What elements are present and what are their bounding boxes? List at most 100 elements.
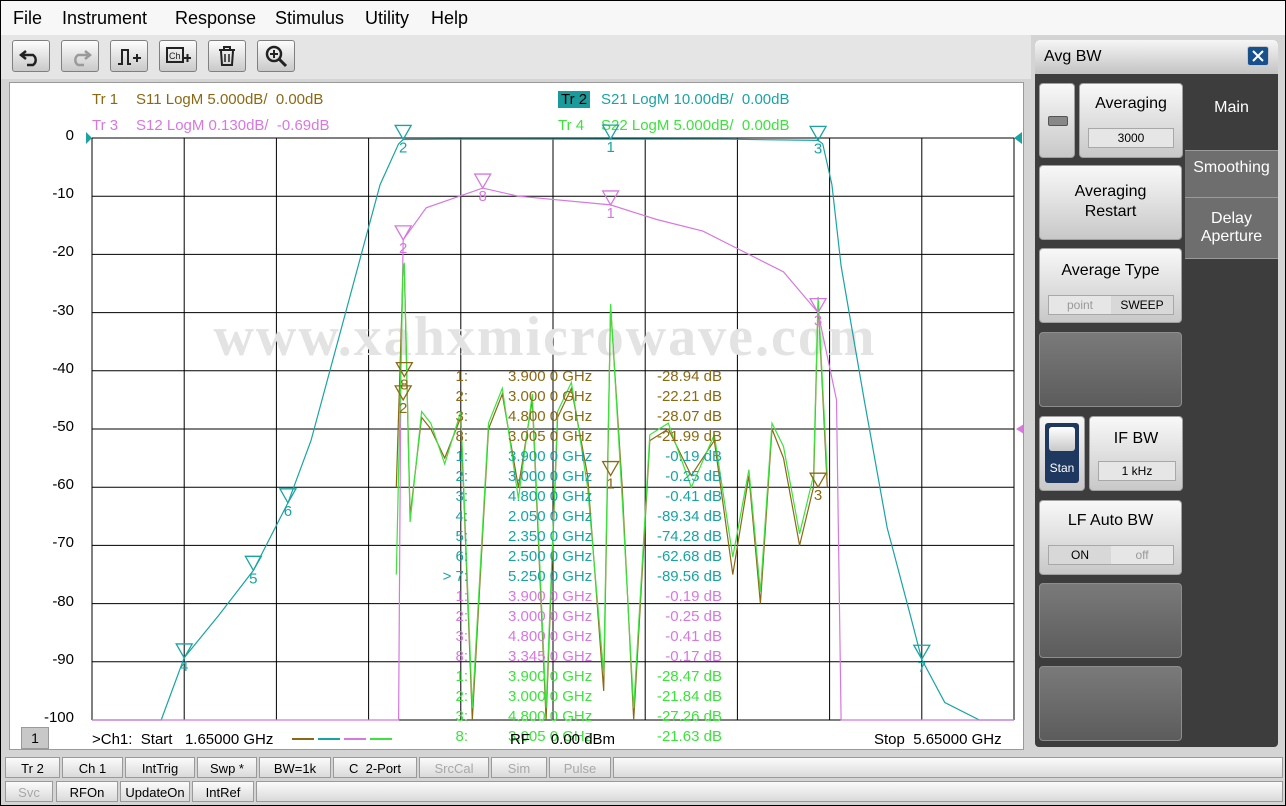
marker-label: 7 — [918, 659, 926, 676]
menu-stimulus[interactable]: Stimulus — [275, 8, 344, 29]
status-rfon[interactable]: RFOn — [56, 781, 118, 802]
svg-text:Ch: Ch — [169, 51, 181, 61]
marker-row-frequency: 5.250 0 GHz — [508, 568, 592, 585]
redo-icon — [74, 50, 93, 67]
status-intref[interactable]: IntRef — [192, 781, 254, 802]
if-bw-stan-toggle[interactable]: Stan — [1039, 416, 1085, 491]
marker-row-frequency: 2.050 0 GHz — [508, 508, 592, 525]
if-bw-button[interactable]: IF BW 1 kHz — [1089, 416, 1183, 491]
redo-button[interactable] — [61, 40, 99, 72]
close-button[interactable] — [1247, 46, 1269, 66]
tab-delay-aperture-label: Delay Aperture — [1200, 210, 1263, 245]
lf-auto-on[interactable]: ON — [1049, 546, 1111, 564]
close-icon — [1252, 50, 1264, 62]
status-bar-row-1: Tr 2 Ch 1 IntTrig Swp * BW=1k C 2-Port SrcCal S… — [5, 757, 1283, 779]
tab-main[interactable]: Main — [1185, 83, 1278, 149]
average-type-selector[interactable]: point SWEEP — [1048, 295, 1174, 315]
marker-row-value: -0.25 dB — [665, 608, 722, 625]
marker-label: 1 — [606, 476, 614, 493]
marker-row-index: 1: — [455, 368, 468, 385]
avg-type-sweep[interactable]: SWEEP — [1111, 296, 1173, 314]
marker-row-index: 3: — [455, 628, 468, 645]
marker-row-value: -21.63 dB — [657, 728, 722, 745]
marker-row-value: -0.41 dB — [665, 488, 722, 505]
channel-number-badge[interactable]: 1 — [21, 727, 49, 749]
sparameter-chart: www.xahxmicrowave.com 1 2 3 4 5 6 7 1 2 3 8 1 2 3 8 1:… — [86, 124, 1023, 745]
marker-row-frequency: 3.005 0 GHz — [508, 428, 592, 445]
marker-row-value: -28.94 dB — [657, 368, 722, 385]
marker-row-value: -0.17 dB — [665, 648, 722, 665]
undo-icon — [18, 50, 37, 67]
marker-row-index: 3: — [455, 488, 468, 505]
menu-file[interactable]: File — [13, 8, 42, 29]
zoom-button[interactable] — [257, 40, 295, 72]
marker-row-index: 8: — [455, 428, 468, 445]
status-bar-row-2: Svc RFOn UpdateOn IntRef — [5, 781, 1283, 803]
lf-auto-bw-button[interactable]: LF Auto BW ON off — [1039, 500, 1182, 575]
marker-label: 8 — [479, 188, 487, 205]
reference-arrow-left — [86, 132, 92, 144]
marker-row-value: -22.21 dB — [657, 388, 722, 405]
average-type-button[interactable]: Average Type point SWEEP — [1039, 248, 1182, 323]
avg-type-point[interactable]: point — [1049, 296, 1111, 314]
status-empty — [613, 757, 1283, 778]
menu-help[interactable]: Help — [431, 8, 468, 29]
status-svc[interactable]: Svc — [5, 781, 53, 802]
status-swp-[interactable]: Swp * — [197, 757, 257, 778]
status-ch-1[interactable]: Ch 1 — [62, 757, 123, 778]
averaging-toggle[interactable] — [1039, 83, 1075, 158]
status-bw-1k[interactable]: BW=1k — [259, 757, 331, 778]
tab-smoothing[interactable]: Smoothing — [1185, 150, 1278, 197]
marker-row-frequency: 3.345 0 GHz — [508, 648, 592, 665]
start-frequency[interactable]: >Ch1: Start 1.65000 GHz — [92, 731, 273, 748]
marker-row-value: -28.07 dB — [657, 408, 722, 425]
vna-window: File Instrument Response Stimulus Utilit… — [0, 0, 1286, 806]
averaging-restart-button[interactable]: Averaging Restart — [1039, 165, 1182, 240]
marker-label: 1 — [606, 205, 614, 222]
marker-row-index: 8: — [455, 648, 468, 665]
marker-row-frequency: 2.500 0 GHz — [508, 548, 592, 565]
marker-row-frequency: 4.800 0 GHz — [508, 488, 592, 505]
watermark: www.xahxmicrowave.com — [213, 306, 876, 368]
status-updateon[interactable]: UpdateOn — [120, 781, 190, 802]
marker-row-value: -21.84 dB — [657, 688, 722, 705]
marker-row-frequency: 3.900 0 GHz — [508, 668, 592, 685]
undo-button[interactable] — [12, 40, 50, 72]
marker-label: 3 — [814, 487, 822, 504]
marker-row-value: -0.19 dB — [665, 448, 722, 465]
status-srccal[interactable]: SrcCal — [419, 757, 489, 778]
status-c-2-port[interactable]: C 2-Port — [333, 757, 417, 778]
reference-arrow-s12 — [1016, 424, 1023, 434]
status-pulse[interactable]: Pulse — [549, 757, 611, 778]
marker-row-index: 1: — [455, 588, 468, 605]
add-trace-button[interactable] — [110, 40, 148, 72]
lf-auto-bw-selector[interactable]: ON off — [1048, 545, 1174, 565]
stop-frequency[interactable]: Stop 5.65000 GHz — [874, 731, 1002, 748]
lf-auto-off[interactable]: off — [1111, 546, 1173, 564]
softkey-panel: Avg BW Averaging 3000 Averaging Restart … — [1035, 40, 1278, 747]
delete-button[interactable] — [208, 40, 246, 72]
marker-row-value: -89.56 dB — [657, 568, 722, 585]
marker-readout-table: 1: 3.900 0 GHz -28.94 dB 2: 3.000 0 GHz -22.2… — [443, 368, 722, 745]
source-power[interactable]: RF 0.00 dBm — [510, 731, 615, 748]
marker-label: 1 — [606, 139, 614, 156]
menu-instrument[interactable]: Instrument — [62, 8, 147, 29]
menu-response[interactable]: Response — [175, 8, 256, 29]
marker-row-index: 4: — [455, 508, 468, 525]
status-tr-2[interactable]: Tr 2 — [5, 757, 60, 778]
averaging-button[interactable]: Averaging 3000 — [1079, 83, 1183, 158]
marker-row-index: 3: — [455, 408, 468, 425]
averaging-value[interactable]: 3000 — [1088, 128, 1174, 148]
trace-display[interactable]: Tr 1 S11 LogM 5.000dB/ 0.00dB Tr 2 S21 L… — [9, 82, 1024, 750]
zoom-icon — [265, 45, 288, 68]
tab-delay-aperture[interactable]: Delay Aperture — [1185, 197, 1278, 259]
menu-utility[interactable]: Utility — [365, 8, 409, 29]
average-type-label: Average Type — [1061, 262, 1160, 279]
marker-row-frequency: 3.000 0 GHz — [508, 608, 592, 625]
status-sim[interactable]: Sim — [491, 757, 547, 778]
add-channel-icon: Ch — [166, 47, 191, 63]
marker-row-index: 2: — [455, 468, 468, 485]
add-channel-button[interactable]: Ch — [159, 40, 197, 72]
if-bw-value[interactable]: 1 kHz — [1098, 461, 1176, 481]
status-inttrig[interactable]: IntTrig — [125, 757, 195, 778]
